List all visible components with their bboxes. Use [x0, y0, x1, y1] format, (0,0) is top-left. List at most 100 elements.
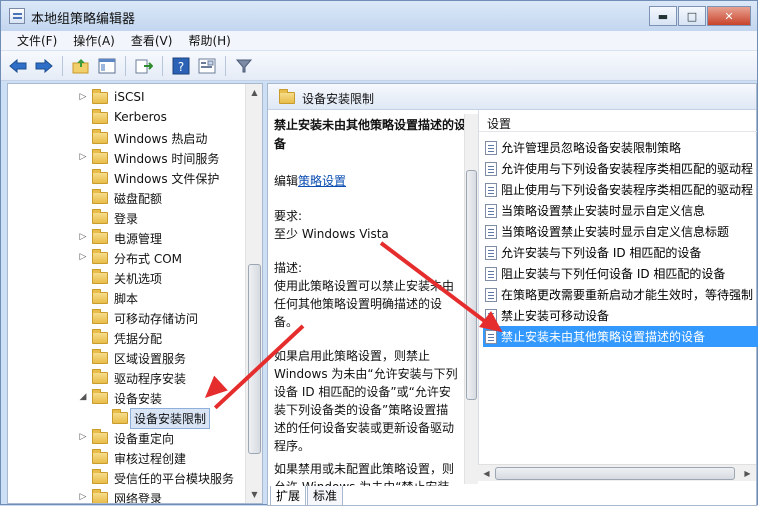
setting-row[interactable]: 允许管理员忽略设备安装限制策略: [483, 137, 758, 158]
setting-label: 在策略更改需要重新启动才能生效时，等待强制: [501, 288, 754, 302]
arrow-left-icon[interactable]: [7, 55, 29, 77]
collapse-arrow-icon[interactable]: ◢: [78, 392, 88, 402]
tree-item-label: 分布式 COM: [114, 252, 182, 266]
tree-item[interactable]: 凭据分配: [8, 327, 246, 347]
description-para-1: 使用此策略设置可以禁止安装未由任何其他策略设置明确描述的设备。: [274, 279, 455, 329]
scroll-up-icon[interactable]: ▲: [246, 84, 262, 101]
setting-row[interactable]: 阻止安装与下列任何设备 ID 相匹配的设备: [483, 263, 758, 284]
folder-icon: [92, 189, 108, 204]
settings-list[interactable]: 设置 允许管理员忽略设备安装限制策略 允许使用与下列设备安装程序类相匹配的驱动程阻…: [478, 110, 758, 481]
tree-item[interactable]: Windows 热启动: [8, 127, 246, 147]
folder-icon: [92, 389, 108, 404]
scroll-right-icon[interactable]: ▶: [739, 465, 756, 482]
tree-item-label: 审核过程创建: [114, 452, 187, 466]
menu-bar: 文件(F) 操作(A) 查看(V) 帮助(H): [1, 31, 757, 51]
menu-file[interactable]: 文件(F): [17, 32, 57, 49]
tree-item[interactable]: 审核过程创建: [8, 447, 246, 467]
setting-label: 禁止安装未由其他策略设置描述的设备: [501, 330, 706, 344]
tree-scrollbar[interactable]: ▲ ▼: [245, 84, 262, 503]
policy-setting-icon: [485, 224, 497, 239]
description-scrollbar[interactable]: [464, 114, 478, 484]
tree-item[interactable]: 可移动存储访问: [8, 307, 246, 327]
tree-item[interactable]: ▷ 设备重定向: [8, 427, 246, 447]
details-title: 设备安装限制: [302, 92, 375, 106]
policy-title: 禁止安装未由其他策略设置描述的设备: [274, 118, 467, 151]
tree-item[interactable]: 区域设置服务: [8, 347, 246, 367]
tree-item-label: 关机选项: [114, 272, 163, 286]
settings-column-header[interactable]: 设置: [479, 110, 757, 132]
settings-hscroll-thumb[interactable]: [495, 467, 735, 480]
expand-arrow-icon[interactable]: ▷: [78, 432, 88, 442]
filter-icon[interactable]: [233, 55, 255, 77]
tree-item[interactable]: Kerberos: [8, 107, 246, 127]
setting-label: 允许安装与下列设备 ID 相匹配的设备: [501, 246, 702, 260]
setting-row[interactable]: 禁止安装可移动设备: [483, 305, 758, 326]
policy-setting-icon: [485, 203, 497, 218]
setting-row[interactable]: 当策略设置禁止安装时显示自定义信息标题: [483, 221, 758, 242]
folder-icon: [92, 249, 108, 264]
close-button[interactable]: ✕: [707, 6, 751, 26]
folder-icon: [92, 349, 108, 364]
expand-arrow-icon[interactable]: ▷: [78, 492, 88, 502]
tree-item[interactable]: ▷ 网络登录: [8, 487, 246, 503]
scroll-down-icon[interactable]: ▼: [246, 486, 262, 503]
menu-help[interactable]: 帮助(H): [188, 32, 230, 49]
requirement-label: 要求:: [274, 209, 303, 223]
folder-icon: [92, 309, 108, 324]
maximize-button[interactable]: □: [678, 6, 706, 26]
settings-column-label: 设置: [487, 117, 512, 131]
tree-item[interactable]: 受信任的平台模块服务: [8, 467, 246, 487]
edit-policy-link[interactable]: 策略设置: [298, 174, 346, 188]
edit-policy-line: 编辑策略设置: [274, 172, 474, 190]
arrow-right-icon[interactable]: [33, 55, 55, 77]
settings-hscrollbar[interactable]: ◀ ▶: [478, 464, 756, 481]
scroll-left-icon[interactable]: ◀: [478, 465, 495, 482]
folder-icon: [92, 469, 108, 484]
expand-arrow-icon[interactable]: ▷: [78, 92, 88, 102]
help-icon[interactable]: ?: [170, 55, 192, 77]
tree-item-label: 设备安装: [114, 392, 163, 406]
tree-item-label: iSCSI: [114, 90, 145, 104]
gpedit-app-icon: [9, 8, 25, 24]
expand-arrow-icon[interactable]: ▷: [78, 232, 88, 242]
tree-item[interactable]: ▷ 分布式 COM: [8, 247, 246, 267]
tree-item[interactable]: 脚本: [8, 287, 246, 307]
tree-item[interactable]: ▷ Windows 时间服务: [8, 147, 246, 167]
title-bar[interactable]: 本地组策略编辑器 ▬ □ ✕: [1, 1, 757, 31]
properties-icon[interactable]: [196, 55, 218, 77]
policy-setting-icon: [485, 287, 497, 302]
setting-row[interactable]: 当策略设置禁止安装时显示自定义信息: [483, 200, 758, 221]
folder-up-icon[interactable]: [70, 55, 92, 77]
view-tabs: 扩展 标准: [270, 486, 344, 506]
console-tree-icon[interactable]: [96, 55, 118, 77]
export-list-icon[interactable]: [133, 55, 155, 77]
setting-row[interactable]: 允许安装与下列设备 ID 相匹配的设备: [483, 242, 758, 263]
description-para-2: 如果启用此策略设置，则禁止 Windows 为未由“允许安装与下列设备 ID 相…: [274, 349, 458, 453]
tree-item[interactable]: ▷ iSCSI: [8, 87, 246, 107]
tree-item[interactable]: 关机选项: [8, 267, 246, 287]
window-title: 本地组策略编辑器: [31, 12, 136, 27]
tab-extended[interactable]: 扩展: [270, 486, 307, 506]
setting-row[interactable]: 阻止使用与下列设备安装程序类相匹配的驱动程: [483, 179, 758, 200]
description-scroll-thumb[interactable]: [466, 170, 477, 400]
expand-arrow-icon[interactable]: ▷: [78, 152, 88, 162]
tree-item[interactable]: 登录: [8, 207, 246, 227]
menu-action[interactable]: 操作(A): [73, 32, 115, 49]
toolbar-separator: [162, 55, 163, 76]
minimize-button[interactable]: ▬: [649, 6, 677, 26]
tree-item-label: 磁盘配额: [114, 192, 163, 206]
tree-item[interactable]: 磁盘配额: [8, 187, 246, 207]
expand-arrow-icon[interactable]: ▷: [78, 252, 88, 262]
setting-row[interactable]: 在策略更改需要重新启动才能生效时，等待强制: [483, 284, 758, 305]
console-tree[interactable]: ▷ iSCSI Kerberos Windows 热启动 ▷ Windows 时间服务 Wi…: [7, 83, 263, 504]
tree-item[interactable]: ▷ 电源管理: [8, 227, 246, 247]
tree-item[interactable]: Windows 文件保护: [8, 167, 246, 187]
tree-item[interactable]: 设备安装限制: [8, 407, 246, 429]
folder-icon: [92, 449, 108, 464]
setting-row[interactable]: 禁止安装未由其他策略设置描述的设备: [483, 326, 758, 347]
setting-row[interactable]: 允许使用与下列设备安装程序类相匹配的驱动程: [483, 158, 758, 179]
setting-label: 阻止安装与下列任何设备 ID 相匹配的设备: [501, 267, 726, 281]
tree-scroll-thumb[interactable]: [248, 264, 261, 454]
tab-standard[interactable]: 标准: [307, 486, 344, 506]
menu-view[interactable]: 查看(V): [131, 32, 173, 49]
